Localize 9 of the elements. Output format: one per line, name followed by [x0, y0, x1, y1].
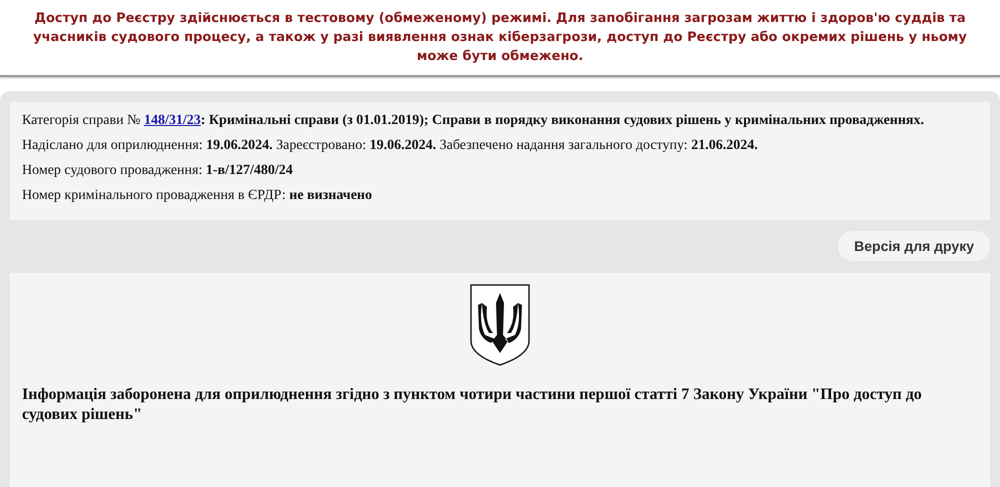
- coat-of-arms-icon: [469, 283, 531, 367]
- notice-banner: Доступ до Реєстру здійснюється в тестовому (обмеженому) режимі. Для запобігання загрозам життю і здоров'ю суддів та учасників судового процесу, а також у разі виявлення ознак кіберзагрози, доступ до Реєстру або окремих рішень у ньому може бути обмежено.: [0, 0, 1000, 77]
- access-restricted-message: Інформація заборонена для оприлюднення згідно з пунктом чотири частини першої статті 7 Закону України "Про доступ до судових рішень": [22, 385, 923, 425]
- print-version-button[interactable]: Версія для друку: [838, 231, 990, 261]
- case-category: Категорія справи № 148/31/23: Кримінальні справи (з 01.01.2019); Справи в порядку виконання судових рішень у кримінальних провадженнях.: [22, 112, 925, 130]
- case-detail: Надіслано для оприлюднення: 19.06.2024. Зареєстровано: 19.06.2024. Забезпечено надання загального доступу: 21.06.2024.: [22, 137, 759, 155]
- case-link[interactable]: 148/31/23: [144, 113, 201, 128]
- case-detail: Номер судового провадження: 1-в/127/480/24: [22, 162, 294, 180]
- case-detail: Номер кримінального провадження в ЄРДР: не визначено: [22, 187, 373, 205]
